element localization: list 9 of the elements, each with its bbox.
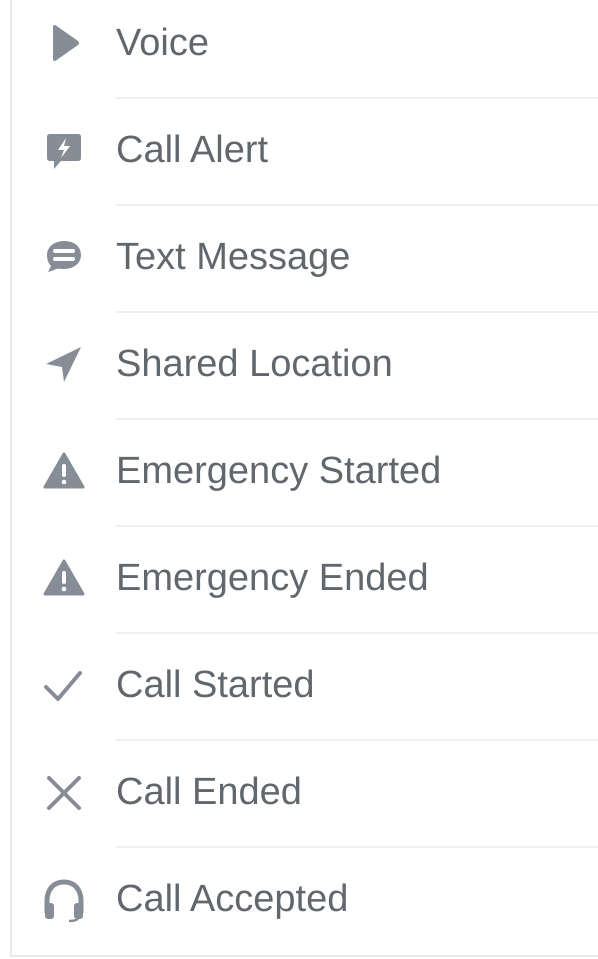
menu-item[interactable]: Call Started [12,632,598,739]
menu-item[interactable]: Emergency Ended [12,525,598,632]
menu-item[interactable]: Voice [12,0,598,97]
menu-item[interactable]: Shared Location [12,311,598,418]
menu-item[interactable]: Emergency Started [12,418,598,525]
menu-item[interactable]: Text Message [12,204,598,311]
menu-item[interactable]: Call Alert [12,97,598,204]
menu-item[interactable]: Call Ended [12,739,598,846]
menu-item[interactable]: Call Accepted [12,846,598,953]
